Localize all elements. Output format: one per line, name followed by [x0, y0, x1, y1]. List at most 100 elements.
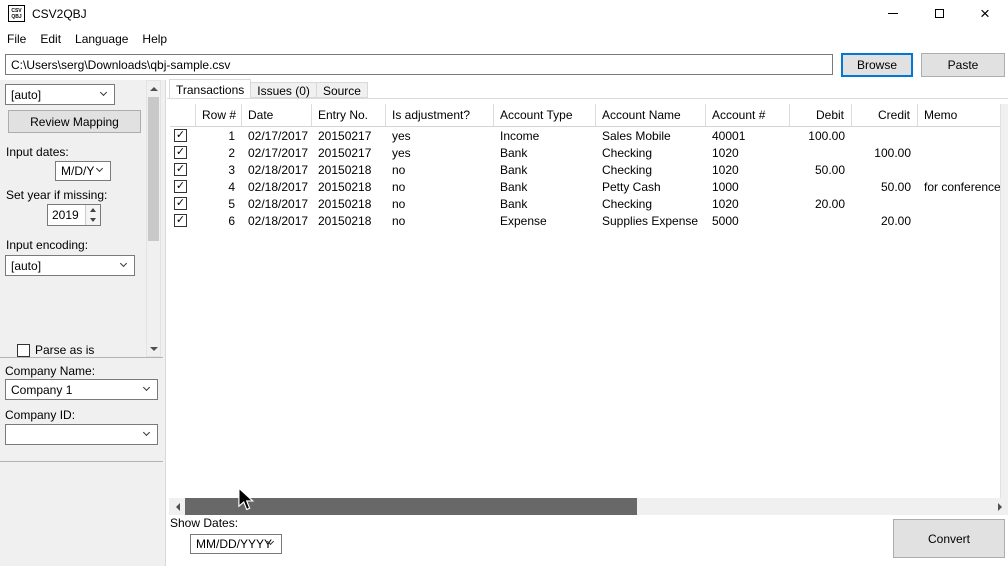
grid-vertical-scrollbar[interactable] — [1000, 104, 1008, 498]
grid-horizontal-scrollbar[interactable] — [169, 498, 1008, 515]
cell-account-type: Bank — [500, 196, 528, 211]
company-name-value: Company 1 — [11, 382, 73, 397]
row-checkbox[interactable] — [174, 129, 187, 142]
table-header: Row # Date Entry No. Is adjustment? Acco… — [170, 104, 1000, 127]
header-debit[interactable]: Debit — [790, 104, 852, 126]
arrow-down-icon — [149, 346, 158, 351]
table-row[interactable]: 6 02/18/2017 20150218 no Expense Supplie… — [170, 212, 1000, 229]
cell-debit — [790, 178, 852, 195]
table-row[interactable]: 2 02/17/2017 20150217 yes Bank Checking … — [170, 144, 1000, 161]
menu-language[interactable]: Language — [68, 29, 135, 49]
maximize-icon — [934, 9, 944, 18]
cell-account-number: 40001 — [712, 128, 746, 143]
row-checkbox[interactable] — [174, 197, 187, 210]
year-spinner[interactable]: 2019 — [47, 204, 101, 226]
company-id-dropdown[interactable] — [5, 424, 158, 445]
cell-date: 02/18/2017 — [248, 162, 309, 177]
mapping-dropdown[interactable]: [auto] — [5, 84, 115, 105]
company-name-dropdown[interactable]: Company 1 — [5, 379, 158, 400]
scroll-right-button[interactable] — [991, 498, 1008, 515]
cell-row-number: 1 — [228, 128, 235, 143]
menu-help[interactable]: Help — [135, 29, 174, 49]
scroll-down-button[interactable] — [147, 341, 160, 356]
scroll-left-button[interactable] — [169, 498, 186, 515]
table-row[interactable]: 5 02/18/2017 20150218 no Bank Checking 1… — [170, 195, 1000, 212]
tab-strip: Transactions Issues (0) Source — [169, 79, 368, 98]
parse-as-is-label: Parse as is — [35, 343, 95, 357]
row-checkbox[interactable] — [174, 214, 187, 227]
cell-account-number: 1020 — [712, 145, 739, 160]
tab-issues[interactable]: Issues (0) — [250, 82, 317, 98]
year-spinner-value: 2019 — [52, 208, 79, 222]
chevron-down-icon — [119, 259, 128, 267]
header-memo[interactable]: Memo — [918, 104, 1000, 126]
cell-memo — [918, 161, 1000, 178]
convert-button[interactable]: Convert — [893, 519, 1005, 558]
row-checkbox[interactable] — [174, 163, 187, 176]
input-encoding-dropdown[interactable]: [auto] — [5, 255, 135, 276]
cell-is-adjustment: no — [392, 213, 406, 228]
cell-debit: 100.00 — [808, 128, 845, 143]
window-controls — [870, 0, 1008, 27]
minimize-icon — [888, 13, 898, 14]
header-row-number[interactable]: Row # — [196, 104, 242, 126]
cell-account-type: Income — [500, 128, 540, 143]
cell-account-name: Checking — [602, 196, 653, 211]
header-account-type[interactable]: Account Type — [494, 104, 596, 126]
cell-entry-no: 20150217 — [318, 145, 372, 160]
mapping-dropdown-value: [auto] — [11, 87, 42, 102]
paste-button[interactable]: Paste — [921, 53, 1005, 77]
input-encoding-value: [auto] — [11, 258, 42, 273]
menu-file[interactable]: File — [0, 29, 33, 49]
parse-as-is-checkbox-row[interactable]: Parse as is — [17, 343, 94, 357]
company-id-label: Company ID: — [5, 408, 76, 422]
cell-debit: 50.00 — [814, 162, 845, 177]
sidebar-scrollbar[interactable] — [146, 80, 161, 357]
tab-transactions[interactable]: Transactions — [169, 79, 252, 98]
input-dates-dropdown[interactable]: M/D/Y — [55, 161, 111, 181]
header-account-number[interactable]: Account # — [706, 104, 790, 126]
tab-source[interactable]: Source — [315, 82, 368, 98]
input-dates-label: Input dates: — [6, 145, 69, 159]
arrow-up-icon — [90, 208, 96, 212]
scroll-up-button[interactable] — [147, 81, 160, 96]
close-button[interactable] — [962, 0, 1008, 27]
cell-entry-no: 20150218 — [318, 213, 372, 228]
cell-entry-no: 20150218 — [318, 179, 372, 194]
header-checkbox-column[interactable] — [170, 104, 196, 126]
menubar: File Edit Language Help — [0, 27, 1008, 50]
cell-account-name: Petty Cash — [602, 179, 661, 194]
table-row[interactable]: 4 02/18/2017 20150218 no Bank Petty Cash… — [170, 178, 1000, 195]
header-is-adjustment[interactable]: Is adjustment? — [386, 104, 494, 126]
titlebar: CSV QBJ CSV2QBJ — [0, 0, 1008, 27]
header-account-name[interactable]: Account Name — [596, 104, 706, 126]
cell-date: 02/17/2017 — [248, 128, 309, 143]
row-checkbox[interactable] — [174, 180, 187, 193]
app-icon-text-bottom: QBJ — [11, 13, 22, 20]
cell-debit — [790, 212, 852, 229]
table-row[interactable]: 1 02/17/2017 20150217 yes Income Sales M… — [170, 127, 1000, 144]
cell-account-type: Bank — [500, 162, 528, 177]
header-credit[interactable]: Credit — [852, 104, 918, 126]
scrollbar-thumb[interactable] — [185, 498, 637, 515]
spinner-down-button[interactable] — [86, 215, 100, 225]
header-entry-no[interactable]: Entry No. — [312, 104, 386, 126]
parse-as-is-checkbox[interactable] — [17, 343, 30, 357]
path-row: Browse Paste — [0, 52, 1008, 80]
minimize-button[interactable] — [870, 0, 916, 27]
cell-row-number: 5 — [228, 196, 235, 211]
table-row[interactable]: 3 02/18/2017 20150218 no Bank Checking 1… — [170, 161, 1000, 178]
scrollbar-thumb[interactable] — [148, 97, 159, 241]
cell-entry-no: 20150218 — [318, 196, 372, 211]
browse-button[interactable]: Browse — [841, 53, 913, 77]
review-mapping-button[interactable]: Review Mapping — [8, 110, 141, 133]
maximize-button[interactable] — [916, 0, 962, 27]
show-dates-dropdown[interactable]: MM/DD/YYYY — [190, 534, 282, 554]
header-date[interactable]: Date — [242, 104, 312, 126]
cell-account-number: 1000 — [712, 179, 739, 194]
year-spinner-buttons — [85, 205, 100, 225]
row-checkbox[interactable] — [174, 146, 187, 159]
spinner-up-button[interactable] — [86, 205, 100, 215]
menu-edit[interactable]: Edit — [33, 29, 68, 49]
file-path-input[interactable] — [5, 54, 833, 75]
